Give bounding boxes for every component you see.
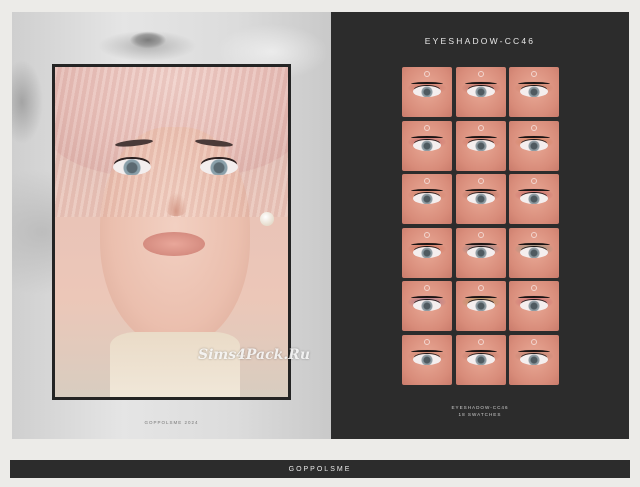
brand-logo-icon — [531, 71, 537, 77]
eye — [413, 353, 441, 365]
nose — [165, 192, 187, 216]
swatch-tile — [402, 120, 452, 171]
swatch-panel: EYESHADOW-CC46 EYESHADOW-CC46 18 SWATCHE… — [331, 12, 629, 439]
swatch-tile — [509, 227, 559, 278]
swatch-tile — [402, 174, 452, 225]
brand-logo-icon — [424, 71, 430, 77]
brand-logo-icon — [424, 231, 430, 238]
turtleneck — [110, 332, 240, 397]
eye — [466, 86, 495, 97]
swatch-tile — [455, 174, 506, 225]
brand-logo-icon — [531, 178, 537, 185]
swatch-tile — [509, 174, 559, 225]
swatch-tile — [455, 334, 506, 385]
brand-logo-icon — [424, 338, 430, 345]
swatch-tile — [509, 334, 559, 385]
brand-logo-icon — [424, 178, 430, 185]
watermark: Sims4Pack.Ru — [198, 347, 310, 363]
eye — [413, 193, 441, 205]
brand-logo-icon — [424, 285, 430, 292]
eye — [466, 193, 495, 205]
eyelash — [464, 135, 497, 140]
eye — [413, 246, 441, 258]
brand-logo-icon — [477, 231, 484, 238]
portrait-panel: Sims4Pack.Ru GOPPOLSME 2024 — [12, 12, 331, 439]
footer-brand: GOPPOLSME — [288, 465, 352, 473]
left-eye — [113, 159, 151, 175]
eye — [520, 86, 548, 97]
brand-logo-icon — [531, 124, 537, 131]
eyelash — [518, 135, 550, 140]
brand-logo-icon — [531, 285, 537, 292]
brand-logo-icon — [477, 338, 484, 345]
product-title: EYESHADOW-CC46 — [424, 36, 536, 46]
brand-logo-icon — [477, 285, 484, 292]
swatch-tile — [455, 281, 506, 332]
left-caption: GOPPOLSME 2024 — [144, 420, 199, 425]
swatch-tile — [455, 120, 506, 171]
swatch-tile — [455, 67, 506, 117]
swatch-tile — [509, 67, 559, 117]
eye — [413, 139, 441, 151]
eye — [413, 300, 441, 312]
right-eye — [200, 159, 238, 175]
brand-logo-icon — [477, 124, 484, 131]
eye — [413, 86, 441, 97]
product-caption-name: EYESHADOW-CC46 — [451, 405, 509, 410]
eye — [466, 300, 495, 312]
swatch-tile — [402, 227, 452, 278]
swatch-tile — [402, 67, 452, 117]
swatch-tile — [509, 281, 559, 332]
swatch-grid — [402, 67, 559, 385]
eye — [466, 139, 495, 151]
brand-logo-icon — [531, 231, 537, 238]
eye — [520, 246, 548, 258]
brand-logo-icon — [531, 338, 537, 345]
swatch-tile — [455, 227, 506, 278]
lips — [143, 232, 205, 256]
brand-logo-icon — [477, 178, 484, 185]
eye — [466, 246, 495, 258]
product-caption: EYESHADOW-CC46 18 SWATCHES — [331, 404, 629, 418]
eye — [520, 300, 548, 312]
eye — [520, 353, 548, 365]
eye — [520, 139, 548, 151]
swatch-tile — [509, 120, 559, 171]
brand-logo-icon — [424, 124, 430, 131]
product-caption-count: 18 SWATCHES — [458, 412, 502, 417]
eye — [466, 353, 495, 365]
brand-logo-icon — [477, 71, 484, 77]
footer-bar: GOPPOLSME — [10, 460, 630, 478]
eyelash — [411, 135, 443, 140]
swatch-tile — [402, 334, 452, 385]
pearl-earring — [260, 212, 274, 226]
swatch-tile — [402, 281, 452, 332]
eye — [520, 193, 548, 205]
